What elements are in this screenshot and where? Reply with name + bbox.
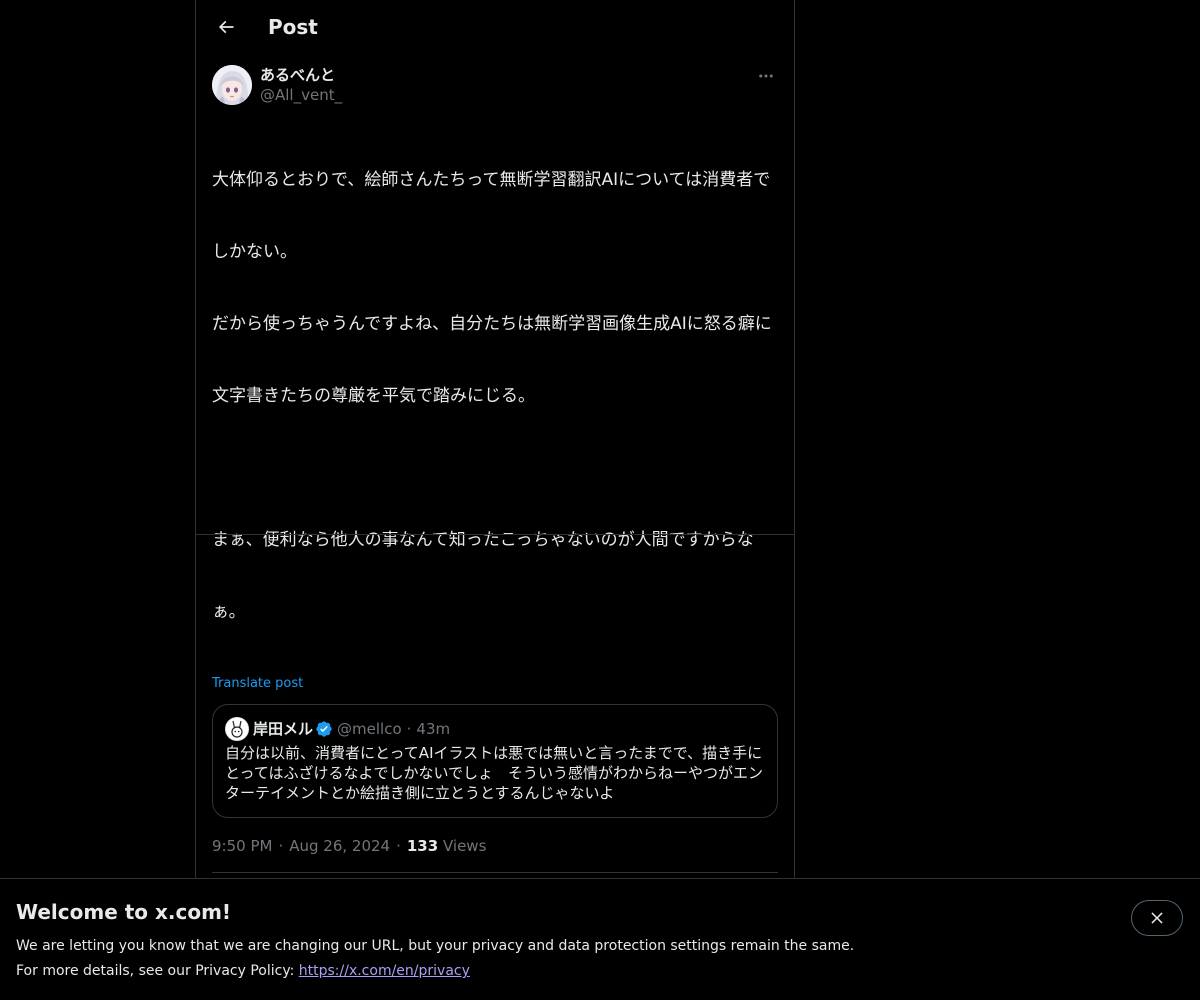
quote-text-line: とってはふざけるなよでしかないでしょ そういう感情がわからねーやつがエン — [225, 764, 764, 782]
welcome-banner: Welcome to x.com! We are letting you kno… — [0, 878, 1200, 1000]
quote-handle[interactable]: @mellco — [337, 719, 402, 739]
post-text-line: 大体仰るとおりで、絵師さんたちって無断学習翻訳AIについては消費者で — [212, 170, 771, 190]
quote-timestamp[interactable]: 43m — [416, 719, 450, 739]
avatar[interactable] — [212, 65, 252, 105]
banner-message: We are letting you know that we are chan… — [16, 938, 855, 954]
verified-badge-icon — [315, 720, 333, 738]
post-text-line: しかない。 — [212, 242, 297, 262]
author-handle[interactable]: @All_vent_ — [260, 85, 342, 105]
views-label: Views — [442, 837, 487, 855]
author-display-name[interactable]: あるべんと — [260, 65, 335, 85]
page-header: Post — [196, 0, 794, 54]
quote-text: 自分は以前、消費者にとってAIイラストは悪では無いと言ったまでで、描き手に とっ… — [225, 743, 765, 803]
post-article: あるべんと @All_vent_ 大体仰るとおりで、絵師さんたちって無断学習翻訳… — [212, 64, 778, 920]
close-icon — [1151, 912, 1163, 924]
post-metadata: 9:50 PM · Aug 26, 2024 · 133 Views — [212, 836, 778, 872]
main-column: Post あるべんと @All_vent_ 大体仰るとおりで、絵師さんたちって無… — [195, 0, 795, 1000]
banner-policy-line: For more details, see our Privacy Policy… — [16, 961, 470, 981]
post-time[interactable]: 9:50 PM — [212, 837, 272, 855]
separator-dot: · — [396, 837, 401, 855]
back-button[interactable] — [208, 9, 244, 45]
close-banner-button[interactable] — [1131, 900, 1183, 936]
quote-avatar[interactable] — [225, 717, 249, 741]
more-horizontal-icon — [759, 74, 773, 78]
privacy-policy-link[interactable]: https://x.com/en/privacy — [299, 963, 470, 979]
quoted-post[interactable]: 岸田メル @mellco · 43m 自分は以前、消費者にとってAIイラストは悪… — [212, 704, 778, 818]
translate-post-link[interactable]: Translate post — [212, 676, 303, 692]
banner-policy-prefix: For more details, see our Privacy Policy… — [16, 963, 299, 979]
quote-avatar-image — [225, 717, 249, 741]
quote-text-line: 自分は以前、消費者にとってAIイラストは悪では無いと言ったまでで、描き手に — [225, 744, 763, 762]
separator-dot: · — [278, 837, 284, 855]
post-text-line — [212, 456, 778, 480]
more-button[interactable] — [754, 64, 778, 88]
page-title: Post — [268, 15, 318, 39]
quote-text-line: ターテイメントとか絵描き側に立とうとするんじゃないよ — [225, 784, 615, 802]
post-text-line: まぁ、便利なら他人の事なんて知ったこっちゃないのが人間ですからな — [212, 530, 754, 550]
banner-title: Welcome to x.com! — [16, 900, 232, 924]
arrow-left-icon — [218, 20, 234, 34]
post-text: 大体仰るとおりで、絵師さんたちって無断学習翻訳AIについては消費者で しかない。… — [212, 120, 778, 672]
post-text-line: だから使っちゃうんですよね、自分たちは無断学習画像生成AIに怒る癖に — [212, 314, 772, 334]
views-count: 133 — [406, 837, 439, 855]
author-row: あるべんと @All_vent_ — [212, 64, 778, 106]
post-date[interactable]: Aug 26, 2024 — [289, 837, 390, 855]
quote-display-name[interactable]: 岸田メル — [253, 719, 313, 739]
post-text-line: ぁ。 — [212, 602, 246, 622]
avatar-image — [212, 65, 252, 105]
post-text-line: 文字書きたちの尊厳を平気で踏みにじる。 — [212, 386, 535, 406]
quoted-post-header: 岸田メル @mellco · 43m — [225, 717, 765, 741]
divider — [196, 534, 794, 535]
separator-dot: · — [406, 720, 412, 738]
